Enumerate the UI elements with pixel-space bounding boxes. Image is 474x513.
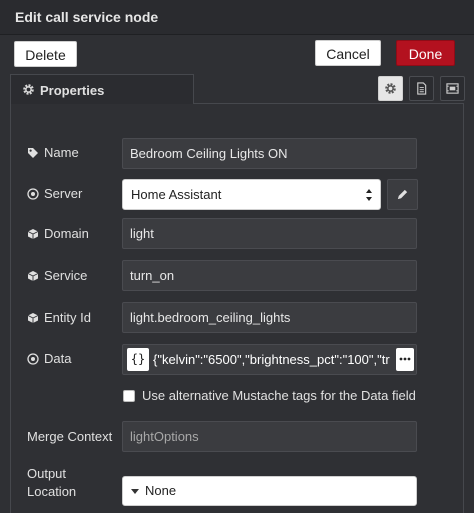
cube-icon [27, 270, 39, 281]
name-label: Name [27, 145, 79, 160]
server-select[interactable]: Home Assistant [122, 179, 381, 210]
target-icon [27, 352, 39, 365]
data-label: Data [27, 351, 71, 366]
tab-properties-label: Properties [40, 83, 105, 98]
domain-input[interactable]: light [122, 218, 417, 249]
pencil-icon [397, 189, 408, 200]
domain-label: Domain [27, 226, 89, 241]
merge-context-input[interactable]: lightOptions [122, 421, 417, 452]
tab-properties[interactable]: Properties [10, 74, 194, 104]
dialog-title-bar: Edit call service node [0, 0, 474, 34]
server-select-value: Home Assistant [131, 187, 222, 202]
output-location-label: Output Location [27, 466, 77, 499]
done-button[interactable]: Done [396, 40, 455, 66]
edit-server-button[interactable] [387, 179, 418, 210]
cube-icon [27, 228, 39, 239]
entity-id-input[interactable]: light.bedroom_ceiling_lights [122, 302, 417, 333]
data-json-value[interactable]: {"kelvin":"6500","brightness_pct":"100",… [153, 345, 397, 374]
edit-node-dialog: Edit call service node Delete Cancel Don… [0, 0, 474, 513]
dialog-title: Edit call service node [15, 9, 159, 25]
name-input[interactable]: Bedroom Ceiling Lights ON [122, 138, 417, 169]
gear-icon [23, 84, 34, 95]
ellipsis-icon [399, 357, 411, 361]
data-json-input[interactable]: {} {"kelvin":"6500","brightness_pct":"10… [122, 344, 417, 375]
data-expand-button[interactable] [396, 348, 414, 371]
cancel-button[interactable]: Cancel [315, 40, 381, 66]
mustache-checkbox[interactable] [123, 390, 135, 402]
merge-context-label: Merge Context [27, 429, 113, 444]
caret-down-icon [131, 489, 139, 494]
server-label: Server [27, 186, 82, 201]
document-icon [417, 82, 427, 95]
select-arrows-icon [366, 189, 372, 201]
output-location-value: None [145, 483, 177, 498]
gear-icon [385, 83, 396, 94]
service-input[interactable]: turn_on [122, 260, 417, 291]
delete-button[interactable]: Delete [14, 41, 77, 67]
tabs-row: Properties [0, 74, 474, 104]
data-type-selector[interactable]: {} [127, 348, 149, 371]
tab-appearance[interactable] [440, 76, 465, 101]
appearance-icon [446, 83, 459, 94]
entity-id-label: Entity Id [27, 310, 91, 325]
tab-settings[interactable] [378, 76, 403, 101]
service-label: Service [27, 268, 87, 283]
tab-description[interactable] [409, 76, 434, 101]
target-icon [27, 187, 39, 200]
tag-icon [28, 147, 38, 158]
cube-icon [27, 312, 39, 323]
mustache-checkbox-label: Use alternative Mustache tags for the Da… [142, 388, 416, 403]
title-divider [0, 34, 474, 35]
output-location-select[interactable]: None [122, 476, 417, 506]
